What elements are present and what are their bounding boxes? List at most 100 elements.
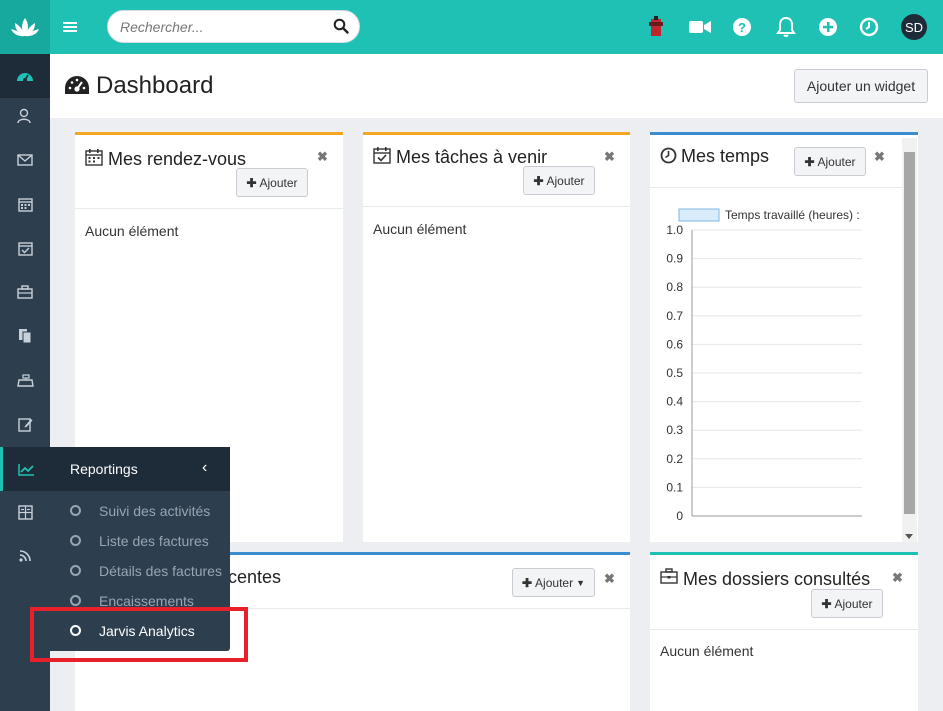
flyout-title: Reportings bbox=[70, 461, 138, 477]
y-tick-label: 0.5 bbox=[666, 366, 683, 380]
divider bbox=[75, 208, 343, 209]
add-widget-button[interactable]: Ajouter un widget bbox=[794, 69, 928, 103]
chevron-left-icon[interactable]: ‹ bbox=[202, 459, 207, 477]
plus-icon: ✚ bbox=[533, 173, 544, 188]
sidebar-item-notes[interactable] bbox=[0, 402, 50, 446]
widget-title: Mes rendez-vous bbox=[108, 149, 247, 169]
widget-title: Mes tâches à venir bbox=[396, 147, 548, 167]
widget-title: centes bbox=[228, 567, 282, 587]
plus-icon: ✚ bbox=[804, 154, 815, 169]
legend-label: Temps travaillé (heures) : bbox=[725, 208, 860, 222]
sidebar-item-feed[interactable] bbox=[0, 534, 50, 578]
add-circle-icon[interactable] bbox=[816, 15, 840, 39]
calendar-check-icon bbox=[373, 146, 391, 169]
app-logo[interactable] bbox=[0, 0, 50, 54]
widget-time: Mes temps ✖ ✚ Ajouter Temps travaillé (he… bbox=[650, 132, 918, 542]
caret-down-icon: ▼ bbox=[576, 577, 585, 588]
menu-item-suivi-activites[interactable]: Suivi des activités bbox=[50, 499, 230, 525]
y-tick-label: 0.8 bbox=[666, 280, 683, 294]
sidebar-item-tasks[interactable] bbox=[0, 226, 50, 270]
widget-scrollbar[interactable] bbox=[902, 138, 917, 542]
plus-icon: ✚ bbox=[521, 575, 533, 590]
clock-icon[interactable] bbox=[857, 15, 881, 39]
documents-icon bbox=[19, 329, 32, 344]
widget-title: Mes temps bbox=[681, 146, 770, 166]
sidebar-item-calendar[interactable] bbox=[0, 182, 50, 226]
search-input[interactable] bbox=[120, 18, 330, 36]
dashboard-icon bbox=[17, 73, 33, 82]
widget-folders: Mes dossiers consultés ✖ ✚ Ajouter Aucun … bbox=[650, 552, 918, 711]
scroll-thumb[interactable] bbox=[904, 152, 915, 514]
menu-item-label: Suivi des activités bbox=[99, 503, 211, 519]
lotus-icon bbox=[11, 18, 39, 37]
search-icon[interactable] bbox=[333, 18, 349, 39]
add-task-button[interactable]: ✚ Ajouter bbox=[523, 166, 595, 195]
video-camera-icon[interactable] bbox=[688, 15, 712, 39]
y-tick-label: 0.1 bbox=[666, 480, 683, 494]
calculator-icon bbox=[17, 504, 33, 520]
clock-icon bbox=[660, 147, 677, 169]
divider bbox=[363, 206, 630, 207]
menu-toggle-icon[interactable] bbox=[63, 17, 79, 37]
rss-icon bbox=[19, 550, 31, 562]
close-icon[interactable]: ✖ bbox=[604, 571, 615, 587]
y-tick-label: 1.0 bbox=[666, 223, 683, 237]
top-bar: ? SD bbox=[0, 0, 943, 54]
sidebar-item-contacts[interactable] bbox=[0, 94, 50, 138]
menu-item-liste-factures[interactable]: Liste des factures bbox=[50, 529, 230, 555]
close-icon[interactable]: ✖ bbox=[317, 149, 328, 165]
calendar-check-icon bbox=[17, 241, 33, 256]
sidebar-item-documents[interactable] bbox=[0, 314, 50, 358]
line-chart-icon bbox=[18, 463, 34, 476]
empty-message: Aucun élément bbox=[373, 221, 467, 237]
sidebar-item-mail[interactable] bbox=[0, 138, 50, 182]
y-tick-label: 0.3 bbox=[666, 423, 683, 437]
widget-tasks: Mes tâches à venir ✖ ✚ Ajouter Aucun élém… bbox=[363, 132, 630, 542]
close-icon[interactable]: ✖ bbox=[874, 149, 885, 165]
y-tick-label: 0.2 bbox=[666, 452, 683, 466]
divider bbox=[650, 187, 918, 188]
calendar-icon bbox=[85, 148, 103, 171]
cash-register-icon bbox=[16, 373, 34, 387]
page-title: Dashboard bbox=[96, 72, 214, 99]
sidebar-item-billing[interactable] bbox=[0, 358, 50, 402]
add-folder-button[interactable]: ✚ Ajouter bbox=[811, 589, 883, 618]
menu-item-details-factures[interactable]: Détails des factures bbox=[50, 559, 230, 585]
avatar[interactable]: SD bbox=[901, 14, 927, 40]
svg-text:?: ? bbox=[738, 20, 746, 35]
widget-title: Mes dossiers consultés bbox=[683, 569, 871, 589]
y-tick-label: 0 bbox=[676, 509, 683, 523]
flyout-header[interactable]: Reportings ‹ bbox=[50, 447, 230, 491]
briefcase-icon bbox=[17, 285, 33, 299]
user-icon bbox=[17, 108, 31, 124]
tie-icon[interactable] bbox=[644, 15, 668, 39]
add-time-button[interactable]: ✚ Ajouter bbox=[794, 147, 866, 176]
close-icon[interactable]: ✖ bbox=[892, 570, 903, 586]
edit-icon bbox=[17, 417, 32, 432]
close-icon[interactable]: ✖ bbox=[604, 149, 615, 165]
add-appointment-button[interactable]: ✚ Ajouter bbox=[236, 168, 308, 197]
y-tick-label: 0.4 bbox=[666, 395, 683, 409]
bell-icon[interactable] bbox=[774, 15, 798, 39]
sidebar-item-calculator[interactable] bbox=[0, 490, 50, 534]
circle-icon bbox=[70, 505, 81, 516]
sidebar-item-dashboard[interactable] bbox=[0, 54, 50, 98]
dashboard-icon bbox=[64, 75, 90, 102]
empty-message: Aucun élément bbox=[660, 643, 754, 659]
sidebar-item-reportings[interactable] bbox=[0, 447, 50, 491]
circle-icon bbox=[70, 535, 81, 546]
plus-icon: ✚ bbox=[246, 175, 257, 190]
sidebar-item-cases[interactable] bbox=[0, 270, 50, 314]
y-tick-label: 0.7 bbox=[666, 309, 683, 323]
help-icon[interactable]: ? bbox=[730, 15, 754, 39]
circle-icon bbox=[70, 595, 81, 606]
time-chart: Temps travaillé (heures) : 1.0 0.9 0.8 0.7 0.… bbox=[666, 208, 862, 523]
highlight-box bbox=[30, 607, 248, 662]
envelope-icon bbox=[17, 154, 33, 166]
scroll-down-icon[interactable] bbox=[905, 534, 913, 539]
legend-swatch bbox=[678, 208, 720, 222]
briefcase-icon bbox=[660, 568, 678, 589]
plus-icon: ✚ bbox=[821, 596, 832, 611]
add-recent-dropdown-button[interactable]: ✚ Ajouter ▼ bbox=[512, 568, 595, 597]
search-box bbox=[107, 10, 360, 43]
